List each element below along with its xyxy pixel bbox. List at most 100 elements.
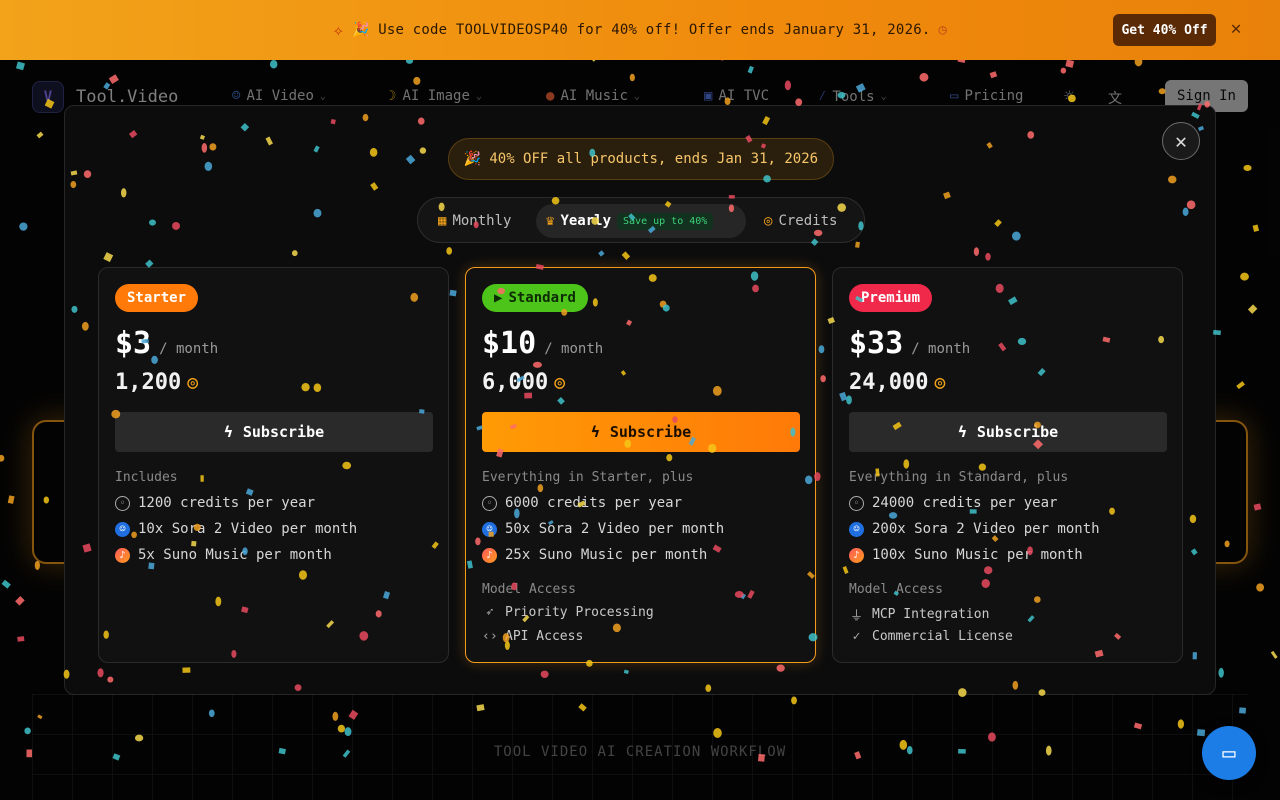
price-row: $3 / month (115, 326, 218, 361)
plan-name: Standard (508, 290, 576, 306)
suno-icon: ♪ (482, 547, 497, 563)
includes-label: Includes (115, 470, 178, 485)
coin-icon: ◦ (482, 495, 497, 511)
billing-tabs: ▦ Monthly ♛ Yearly Save up to 40% ◎ Cred… (417, 197, 865, 243)
model-access-label: Model Access (849, 582, 943, 597)
subscribe-button[interactable]: ϟ Subscribe (115, 412, 433, 452)
save-badge: Save up to 40% (617, 212, 714, 230)
price-row: $10 / month (482, 326, 603, 361)
plan-badge: Premium (849, 284, 933, 312)
suno-icon: ♪ (849, 547, 864, 563)
feature-item: ◦ 1200 credits per year (115, 495, 315, 511)
feature-item: ♪ 25x Suno Music per month (482, 547, 707, 563)
price-period: / month (911, 341, 971, 357)
calendar-icon: ▦ (438, 213, 447, 229)
credits-amount: 24,000 (849, 370, 929, 395)
price-amount: $33 (849, 326, 904, 361)
feature-label: 24000 credits per year (872, 495, 1058, 511)
banner-text: 🎉 Use code TOOLVIDEOSP40 for 40% off! Of… (351, 22, 931, 38)
plan-name: Starter (127, 290, 187, 306)
plan-card-premium: Premium $33 / month 24,000 ◎ ϟ Subscribe… (832, 267, 1183, 663)
party-icon: 🎉 (463, 151, 482, 167)
feature-item: ‹› API Access (482, 629, 583, 644)
price-period: / month (544, 341, 604, 357)
tab-yearly[interactable]: ♛ Yearly Save up to 40% (536, 204, 746, 238)
tab-credits[interactable]: ◎ Credits (754, 204, 847, 238)
plan-name: Premium (861, 290, 921, 306)
tab-label: Credits (778, 213, 838, 229)
coin-icon: ◦ (115, 495, 130, 511)
sora-icon: ☺ (482, 521, 497, 537)
credits-row: 24,000 ◎ (849, 370, 945, 395)
feature-label: 10x Sora 2 Video per month (138, 521, 358, 537)
feature-item: ♪ 100x Suno Music per month (849, 547, 1083, 563)
plan-card-starter: Starter $3 / month 1,200 ◎ ϟ Subscribe I… (98, 267, 449, 663)
code-icon: ‹› (482, 629, 498, 644)
bolt-icon: ϟ (590, 423, 600, 441)
feature-label: 100x Suno Music per month (872, 547, 1083, 563)
subscribe-button[interactable]: ϟ Subscribe (482, 412, 800, 452)
credits-row: 1,200 ◎ (115, 370, 198, 395)
credits-amount: 6,000 (482, 370, 549, 395)
crown-icon: ♛ (546, 213, 555, 229)
feature-label: 25x Suno Music per month (505, 547, 708, 563)
play-icon: ▶ (494, 290, 503, 306)
subscribe-button[interactable]: ϟ Subscribe (849, 412, 1167, 452)
feature-label: 6000 credits per year (505, 495, 683, 511)
includes-label: Everything in Starter, plus (482, 470, 694, 485)
chat-icon: ▭ (1222, 740, 1236, 766)
plan-card-standard: ▶ Standard $10 / month 6,000 ◎ ϟ Subscri… (465, 267, 816, 663)
price-row: $33 / month (849, 326, 970, 361)
price-period: / month (159, 341, 219, 357)
feature-label: Priority Processing (505, 605, 654, 620)
feature-label: 200x Sora 2 Video per month (872, 521, 1100, 537)
promo-text: 40% OFF all products, ends Jan 31, 2026 (489, 151, 819, 167)
feature-label: Commercial License (872, 629, 1013, 644)
get-discount-button[interactable]: Get 40% Off (1113, 14, 1216, 46)
timer-icon: ◷ (938, 22, 948, 38)
feature-item: ♪ 5x Suno Music per month (115, 547, 332, 563)
check-circle-icon: ✓ (852, 629, 861, 644)
coin-icon: ◎ (934, 372, 946, 393)
tab-label: Monthly (452, 213, 512, 229)
feature-item: ⏚ MCP Integration (849, 605, 989, 624)
feature-item: ✓ Commercial License (849, 629, 1013, 644)
chat-button[interactable]: ▭ (1202, 726, 1256, 780)
coins-icon: ◎ (764, 213, 773, 229)
feature-label: API Access (505, 629, 584, 644)
feature-item: ☺ 10x Sora 2 Video per month (115, 521, 357, 537)
close-icon[interactable]: ✕ (1227, 20, 1245, 38)
suno-icon: ♪ (115, 547, 130, 563)
feature-item: ➶ Priority Processing (482, 605, 654, 620)
subscribe-label: Subscribe (976, 423, 1059, 441)
tab-label: Yearly (560, 213, 612, 229)
sora-icon: ☺ (849, 521, 864, 537)
feature-label: MCP Integration (872, 607, 990, 622)
banner-text-row: ✧ 🎉 Use code TOOLVIDEOSP40 for 40% off! … (333, 20, 947, 41)
model-access-label: Model Access (482, 582, 576, 597)
coin-icon: ◎ (187, 372, 199, 393)
coin-icon: ◦ (849, 495, 864, 511)
bolt-icon: ϟ (223, 423, 233, 441)
pricing-modal: ✕ 🎉 40% OFF all products, ends Jan 31, 2… (64, 105, 1216, 695)
close-icon[interactable]: ✕ (1162, 122, 1200, 160)
feature-item: ☺ 200x Sora 2 Video per month (849, 521, 1100, 537)
promo-banner: ✧ 🎉 Use code TOOLVIDEOSP40 for 40% off! … (0, 0, 1280, 60)
feature-label: 1200 credits per year (138, 495, 316, 511)
credits-row: 6,000 ◎ (482, 370, 565, 395)
rocket-icon: ➶ (485, 605, 494, 620)
sora-icon: ☺ (115, 521, 130, 537)
plan-badge: Starter (115, 284, 199, 312)
sparkle-icon: ✧ (332, 19, 344, 41)
plan-badge: ▶ Standard (482, 284, 588, 312)
coin-icon: ◎ (554, 372, 566, 393)
tab-monthly[interactable]: ▦ Monthly (428, 204, 521, 238)
plug-icon: ⏚ (849, 609, 863, 624)
feature-label: 50x Sora 2 Video per month (505, 521, 725, 537)
feature-item: ◦ 6000 credits per year (482, 495, 682, 511)
bolt-icon: ϟ (957, 423, 967, 441)
feature-item: ◦ 24000 credits per year (849, 495, 1057, 511)
price-amount: $3 (115, 326, 152, 361)
includes-label: Everything in Standard, plus (849, 470, 1069, 485)
price-amount: $10 (482, 326, 537, 361)
